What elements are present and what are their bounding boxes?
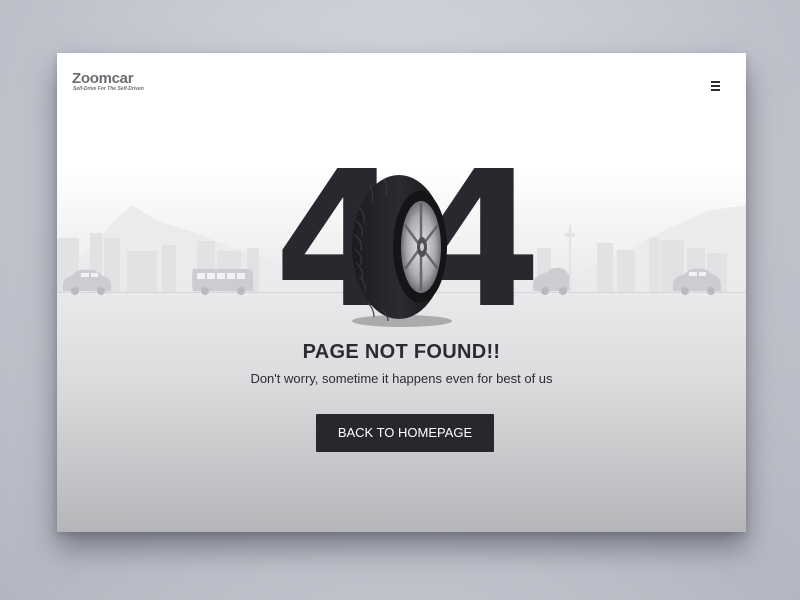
back-to-homepage-button[interactable]: BACK TO HOMEPAGE <box>316 414 494 452</box>
logo-tagline: Self-Drive For The Self-Driven <box>73 86 144 92</box>
error-message: Don't worry, sometime it happens even fo… <box>250 371 553 386</box>
logo-wordmark: Zoomcar <box>72 70 134 87</box>
error-card: Zoomcar Self-Drive For The Self-Driven 4… <box>57 53 746 532</box>
hamburger-menu-icon[interactable] <box>709 81 723 93</box>
zoomcar-logo[interactable]: Zoomcar Self-Drive For The Self-Driven <box>72 71 152 95</box>
page-title: PAGE NOT FOUND!! <box>302 341 501 363</box>
tire-icon <box>352 175 452 327</box>
